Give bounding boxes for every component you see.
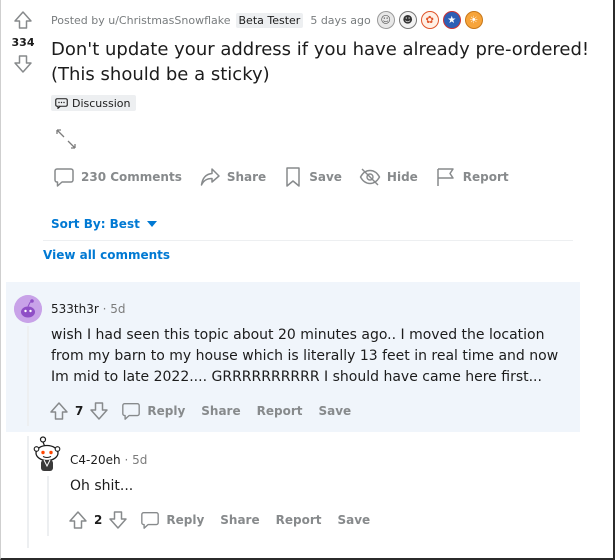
comment-body: wish I had seen this topic about 20 minu… — [51, 327, 559, 385]
report-button[interactable]: Report — [435, 166, 509, 188]
reply-button[interactable]: Reply — [140, 510, 204, 530]
posted-by[interactable]: Posted by u/ChristmasSnowflake — [51, 14, 231, 27]
share-button[interactable]: Share — [201, 404, 240, 418]
award-icon[interactable]: ☻ — [398, 11, 417, 29]
chat-bubble-icon — [55, 97, 72, 109]
post-score: 334 — [11, 36, 35, 49]
post-title: Don't update your address if you have al… — [51, 39, 590, 85]
comment-score: 7 — [75, 404, 84, 418]
hide-label: Hide — [386, 170, 418, 184]
upvote-icon[interactable] — [68, 510, 88, 530]
report-label: Report — [462, 170, 509, 184]
award-icon[interactable]: ✿ — [420, 11, 439, 29]
avatar[interactable] — [33, 436, 63, 472]
chat-bubble-icon — [140, 510, 166, 530]
comment-score: 2 — [94, 513, 103, 527]
user-flair: Beta Tester — [235, 12, 304, 28]
downvote-icon[interactable] — [108, 510, 128, 530]
hide-button[interactable]: Hide — [359, 166, 418, 188]
comment-header: 533th3r · 5d — [51, 302, 126, 316]
post-actions: 230 Comments Share Save Hide Report — [53, 165, 526, 189]
thread-line[interactable] — [27, 436, 29, 548]
share-arrow-icon — [199, 166, 227, 188]
comments-label: 230 Comments — [81, 170, 182, 184]
chat-bubble-icon — [121, 401, 147, 421]
expand-icon[interactable] — [55, 128, 77, 150]
avatar[interactable] — [14, 295, 42, 323]
divider — [43, 240, 573, 241]
awards: ☺ ☻ ✿ ★ ☀ — [376, 11, 487, 29]
comment-time[interactable]: 5d — [132, 453, 147, 467]
reply-label: Reply — [147, 404, 186, 418]
comment-header: C4-20eh · 5d — [70, 453, 148, 467]
save-button[interactable]: Save — [337, 513, 370, 527]
thread-line[interactable] — [47, 476, 49, 536]
bookmark-icon — [283, 166, 309, 188]
award-icon[interactable]: ☀ — [464, 11, 483, 29]
award-icon[interactable]: ☺ — [376, 11, 395, 29]
share-button[interactable]: Share — [220, 513, 259, 527]
caret-down-icon — [140, 221, 157, 227]
report-button[interactable]: Report — [276, 513, 322, 527]
comment-author[interactable]: C4-20eh — [70, 453, 121, 467]
share-label: Share — [226, 170, 267, 184]
comment-actions: 7 Reply Share Report Save — [49, 399, 351, 423]
eye-slash-icon — [359, 166, 387, 188]
save-label: Save — [309, 170, 342, 184]
comment-time[interactable]: 5d — [110, 302, 125, 316]
flag-icon — [435, 166, 463, 188]
post-time[interactable]: 5 days ago — [310, 14, 370, 27]
sort-dropdown[interactable]: Sort By: Best — [51, 217, 157, 231]
sort-label: Sort By: Best — [51, 217, 140, 231]
post-vote-column: 334 — [9, 10, 37, 74]
post-flair[interactable]: Discussion — [51, 95, 136, 111]
downvote-icon[interactable] — [89, 401, 109, 421]
reply-label: Reply — [166, 513, 205, 527]
save-button[interactable]: Save — [283, 166, 342, 188]
upvote-icon[interactable] — [13, 10, 33, 30]
post-meta: Posted by u/ChristmasSnowflake Beta Test… — [51, 11, 487, 29]
post-flair-label: Discussion — [72, 96, 131, 110]
thread-line[interactable] — [27, 326, 29, 426]
comment-author[interactable]: 533th3r — [51, 302, 99, 316]
comment-body: Oh shit... — [70, 478, 134, 494]
award-icon[interactable]: ★ — [442, 11, 461, 29]
view-all-comments-link[interactable]: View all comments — [43, 248, 170, 262]
downvote-icon[interactable] — [13, 54, 33, 74]
chat-bubble-icon — [53, 166, 81, 188]
share-button[interactable]: Share — [199, 166, 266, 188]
report-button[interactable]: Report — [257, 404, 303, 418]
comments-button[interactable]: 230 Comments — [53, 166, 182, 188]
save-button[interactable]: Save — [318, 404, 351, 418]
reply-button[interactable]: Reply — [121, 401, 185, 421]
upvote-icon[interactable] — [49, 401, 69, 421]
comment-actions: 2 Reply Share Report Save — [68, 508, 370, 532]
